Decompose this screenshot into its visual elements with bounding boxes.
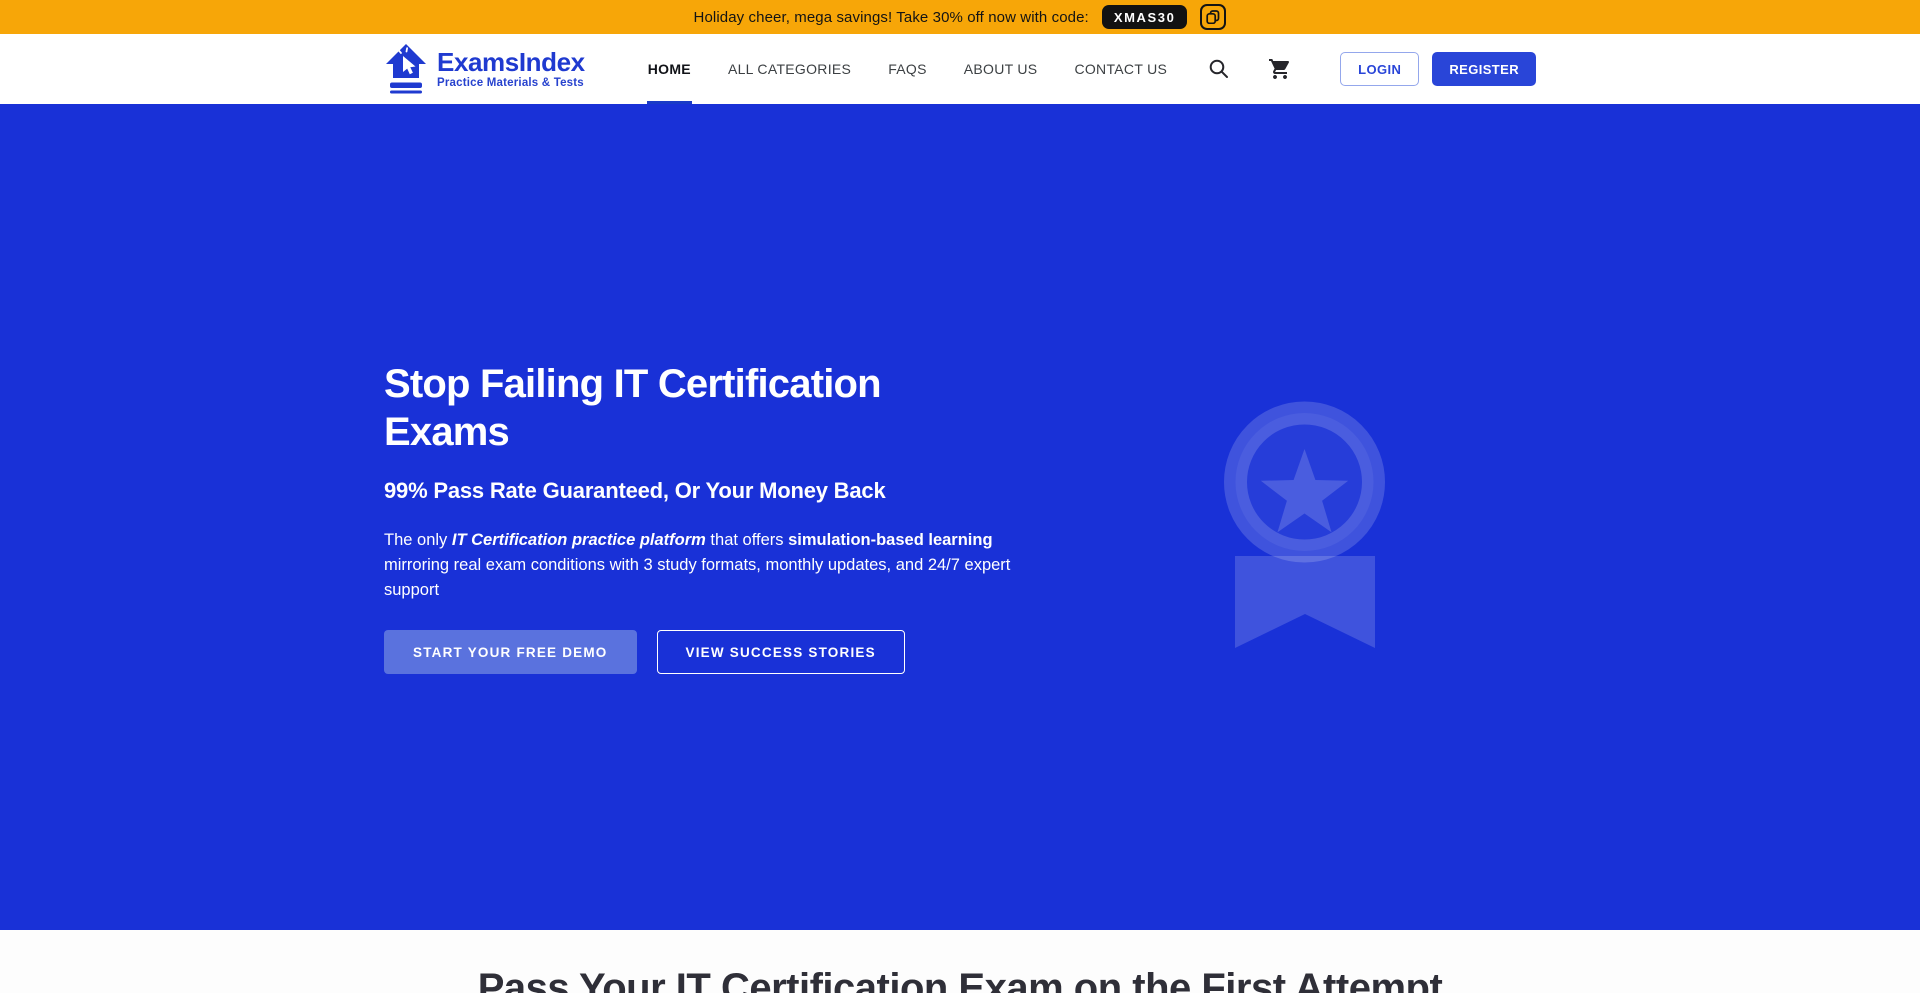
hero-description: The only IT Certification practice platf… [384, 528, 1034, 602]
logo-tagline: Practice Materials & Tests [437, 78, 585, 90]
site-header: ExamsIndex Practice Materials & Tests HO… [0, 34, 1920, 104]
cart-icon [1268, 57, 1292, 81]
promo-banner: Holiday cheer, mega savings! Take 30% of… [0, 0, 1920, 34]
nav-item-about-us[interactable]: ABOUT US [963, 34, 1039, 104]
nav-item-all-categories[interactable]: ALL CATEGORIES [727, 34, 852, 104]
main-nav: HOME ALL CATEGORIES FAQS ABOUT US CONTAC… [647, 34, 1168, 104]
search-button[interactable] [1208, 58, 1230, 80]
view-success-stories-button[interactable]: VIEW SUCCESS STORIES [657, 630, 905, 674]
copy-icon [1206, 10, 1220, 24]
logo[interactable]: ExamsIndex Practice Materials & Tests [384, 43, 585, 95]
next-section: Pass Your IT Certification Exam on the F… [0, 930, 1920, 993]
hero-section: Stop Failing IT CertificationExams 99% P… [0, 104, 1920, 930]
award-ribbon-star-icon [1212, 400, 1397, 655]
register-button[interactable]: REGISTER [1432, 52, 1536, 86]
hero-title: Stop Failing IT CertificationExams [384, 360, 1054, 456]
hero-title-line1: Stop Failing IT Certification [384, 362, 881, 406]
next-section-heading: Pass Your IT Certification Exam on the F… [0, 966, 1920, 993]
logo-name: ExamsIndex [437, 49, 585, 75]
hero-subtitle: 99% Pass Rate Guaranteed, Or Your Money … [384, 478, 1054, 504]
logo-icon [384, 43, 428, 95]
hero-desc-part3: mirroring real exam conditions with 3 st… [384, 556, 1010, 599]
hero-title-line2: Exams [384, 410, 509, 454]
promo-message: Holiday cheer, mega savings! Take 30% of… [694, 9, 1089, 26]
coupon-code-badge[interactable]: XMAS30 [1102, 5, 1188, 29]
copy-coupon-button[interactable] [1200, 4, 1226, 30]
hero-desc-part2: that offers [706, 531, 788, 549]
start-free-demo-button[interactable]: START YOUR FREE DEMO [384, 630, 637, 674]
search-icon [1208, 58, 1230, 80]
hero-desc-emphasis-bold: simulation-based learning [788, 531, 992, 549]
nav-item-home[interactable]: HOME [647, 34, 692, 104]
cart-button[interactable] [1268, 57, 1292, 81]
hero-desc-part1: The only [384, 531, 452, 549]
hero-desc-emphasis-italic: IT Certification practice platform [452, 531, 706, 549]
nav-item-faqs[interactable]: FAQS [887, 34, 928, 104]
login-button[interactable]: LOGIN [1340, 52, 1419, 86]
nav-item-contact-us[interactable]: CONTACT US [1073, 34, 1168, 104]
